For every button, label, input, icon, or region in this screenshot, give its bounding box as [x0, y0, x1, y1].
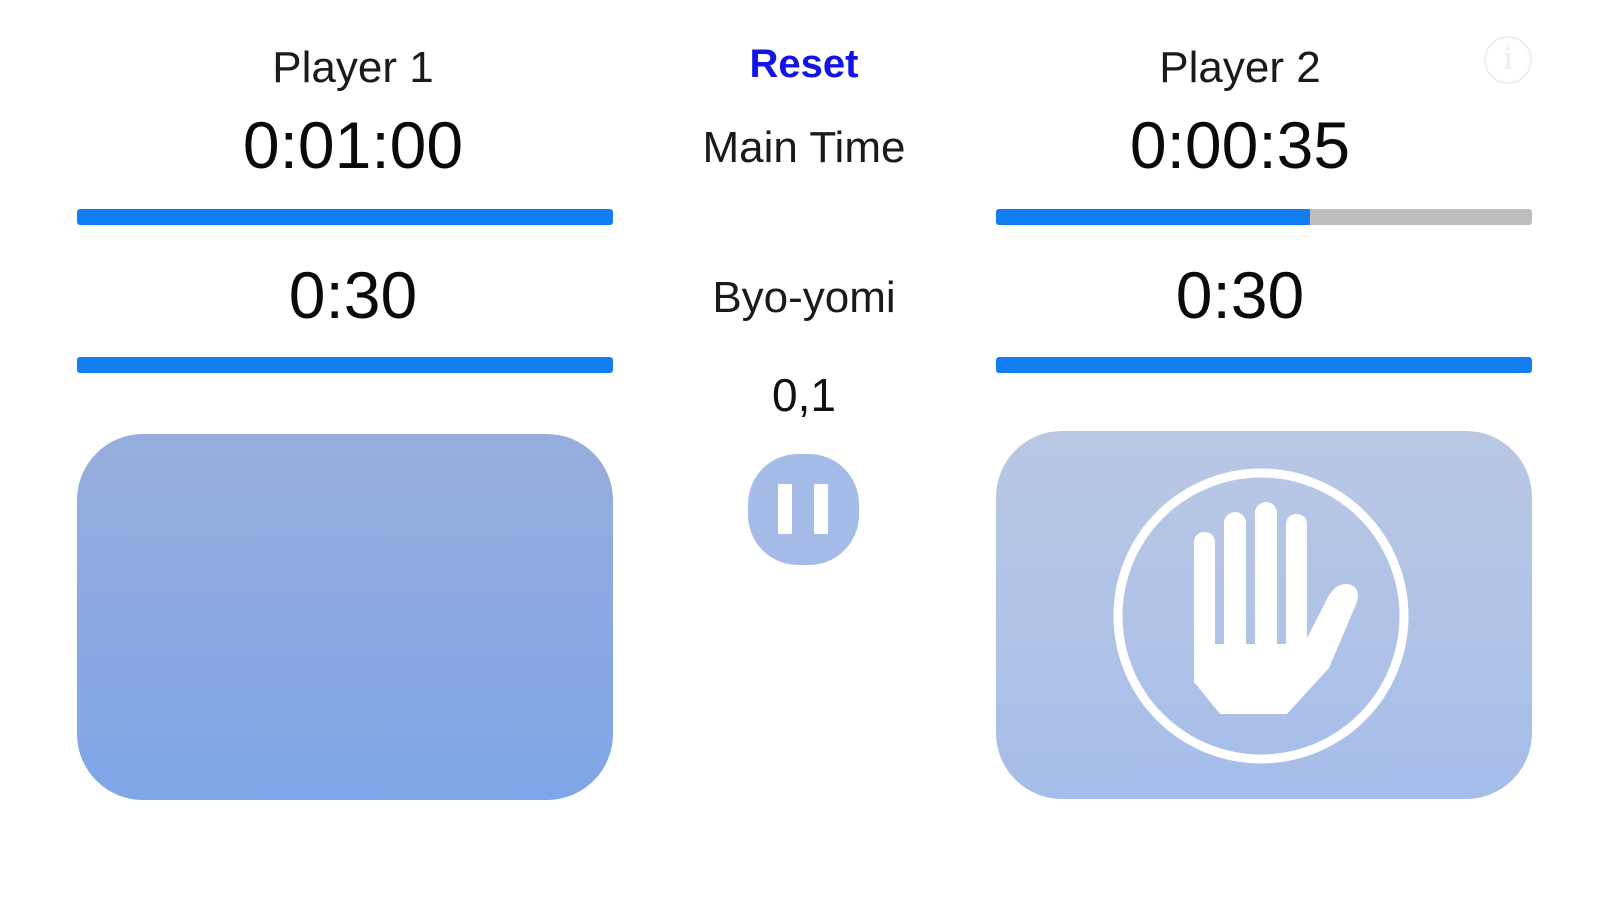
main-time-label: Main Time	[702, 123, 906, 172]
player2-label: Player 2	[1159, 43, 1321, 92]
stop-hand-icon	[1113, 468, 1409, 764]
info-icon[interactable]: i	[1484, 36, 1532, 84]
player1-main-progress-fill	[77, 209, 613, 225]
byo-yomi-periods: 0,1	[772, 369, 836, 421]
player1-byo-progress	[77, 357, 613, 373]
byo-yomi-label: Byo-yomi	[712, 273, 896, 322]
player2-byo-progress-fill	[996, 357, 1532, 373]
player2-byo-time: 0:30	[1175, 258, 1305, 332]
player1-clock-button[interactable]	[77, 434, 613, 800]
player2-main-progress	[996, 209, 1532, 225]
player1-byo-progress-fill	[77, 357, 613, 373]
reset-button[interactable]: Reset	[700, 44, 908, 84]
player1-main-progress	[77, 209, 613, 225]
player1-label: Player 1	[272, 43, 434, 92]
player2-clock-button[interactable]	[996, 431, 1532, 799]
player2-main-progress-fill	[996, 209, 1310, 225]
player2-byo-progress	[996, 357, 1532, 373]
player1-main-time: 0:01:00	[242, 108, 464, 182]
player2-main-time: 0:00:35	[1129, 108, 1351, 182]
player1-byo-time: 0:30	[288, 258, 418, 332]
pause-button[interactable]	[748, 454, 859, 565]
go-clock-screen: Player 1 Reset Player 2 i 0:01:00 Main T…	[0, 0, 1599, 900]
